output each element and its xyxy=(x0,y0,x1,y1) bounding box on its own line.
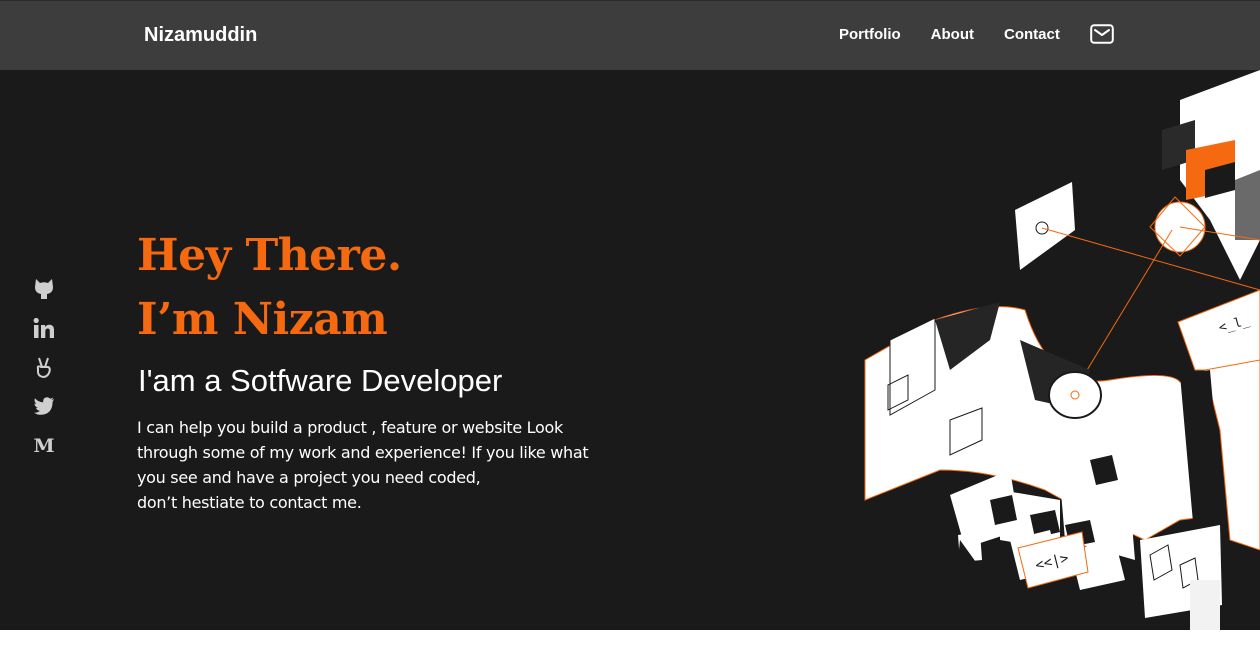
nav-about[interactable]: About xyxy=(931,26,974,43)
intro-line: you see and have a project you need code… xyxy=(137,468,481,487)
nav-portfolio[interactable]: Portfolio xyxy=(839,26,901,43)
hero-heading-line1: Hey There. xyxy=(137,230,402,281)
page-bottom xyxy=(0,630,1260,662)
svg-text:M: M xyxy=(33,435,54,456)
navbar: Nizamuddin Portfolio About Contact xyxy=(0,0,1260,70)
intro-line: don’t hestiate to contact me. xyxy=(137,493,362,512)
medium-icon[interactable]: M xyxy=(33,434,55,456)
hero-heading: Hey There. I’m Nizam xyxy=(137,224,402,352)
github-icon[interactable] xyxy=(33,278,55,300)
hero-heading-line2: I’m Nizam xyxy=(137,294,388,345)
nav-contact[interactable]: Contact xyxy=(1004,26,1060,43)
intro-line: I can help you build a product , feature… xyxy=(137,418,563,437)
hero-intro: I can help you build a product , feature… xyxy=(137,415,607,515)
social-links: M xyxy=(33,278,57,473)
twitter-icon[interactable] xyxy=(33,395,55,417)
linkedin-icon[interactable] xyxy=(33,317,55,339)
hero-illustration: <_l_ <<|> xyxy=(864,70,1260,630)
brand-logo[interactable]: Nizamuddin xyxy=(144,24,257,47)
intro-line: through some of my work and experience! … xyxy=(137,443,589,462)
hero-section: M Hey There. I’m Nizam I'am a Sotfware D… xyxy=(0,70,1260,630)
nav-links: Portfolio About Contact xyxy=(839,26,1090,43)
hero-role: I'am a Sotfware Developer xyxy=(138,363,503,398)
angellist-icon[interactable] xyxy=(33,356,55,378)
mail-icon[interactable] xyxy=(1090,24,1114,44)
floating-card xyxy=(1015,182,1075,270)
